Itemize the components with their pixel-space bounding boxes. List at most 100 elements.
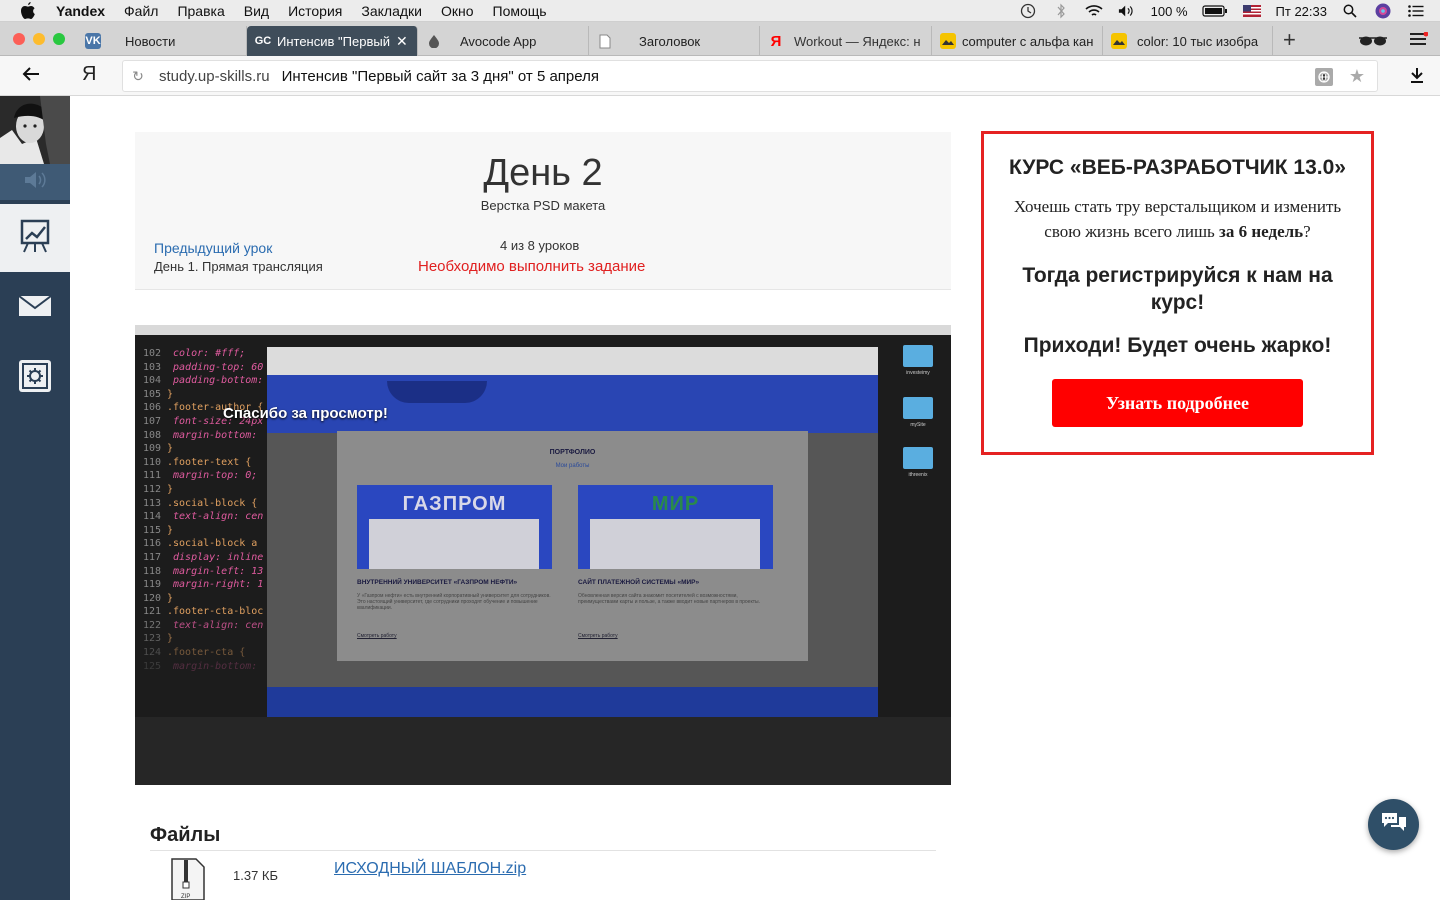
video-code-text: } xyxy=(167,633,174,645)
minimize-window-button[interactable] xyxy=(33,33,45,45)
video-browser-chrome xyxy=(267,347,878,375)
video-code-text: margin-bottom: xyxy=(167,660,258,672)
video-desktop-folder: investeimy xyxy=(901,345,935,376)
sidebar-item-messages[interactable] xyxy=(0,274,70,342)
course-promo-banner: КУРС «ВЕБ-РАЗРАБОТЧИК 13.0» Хочешь стать… xyxy=(981,131,1374,455)
tab-avocode[interactable]: Avocode App xyxy=(418,26,589,56)
video-code-text: margin-bottom: xyxy=(167,429,258,441)
sound-toggle[interactable] xyxy=(0,164,70,200)
lesson-video-player[interactable]: 102 color: #fff; 103 padding-top: 60 104 p… xyxy=(135,325,951,785)
incognito-glasses-icon[interactable] xyxy=(1358,34,1388,52)
maximize-window-button[interactable] xyxy=(53,33,65,45)
macos-menubar: Yandex Файл Правка Вид История Закладки … xyxy=(0,0,1440,22)
video-code-line: 122 text-align: cen xyxy=(135,619,270,633)
video-code-text: } xyxy=(167,524,174,536)
learn-more-button[interactable]: Узнать подробнее xyxy=(1052,379,1303,427)
apple-icon[interactable] xyxy=(20,1,36,20)
video-code-line: 115} xyxy=(135,524,270,538)
video-code-line: 123} xyxy=(135,632,270,646)
video-code-line: 117 display: inline xyxy=(135,551,270,565)
menu-edit[interactable]: Правка xyxy=(177,3,224,19)
address-bar: Я ↻ study.up-skills.ru Интенсив "Первый … xyxy=(0,56,1440,96)
envelope-icon xyxy=(18,294,52,322)
url-domain: study.up-skills.ru xyxy=(159,67,270,85)
tab-computer-search[interactable]: computer с альфа кан xyxy=(932,26,1103,56)
time-machine-icon[interactable] xyxy=(1019,2,1037,20)
sidebar-item-settings[interactable] xyxy=(0,344,70,412)
video-project-screen xyxy=(590,519,760,569)
menubar-clock[interactable]: Пт 22:33 xyxy=(1276,4,1327,19)
video-code-text: text-align: cen xyxy=(167,511,264,523)
us-flag-icon[interactable] xyxy=(1242,2,1261,20)
avatar[interactable] xyxy=(0,96,70,164)
menu-app-name[interactable]: Yandex xyxy=(56,3,105,19)
menu-help[interactable]: Помощь xyxy=(493,3,547,19)
bluetooth-icon[interactable] xyxy=(1052,2,1070,20)
previous-lesson-link[interactable]: Предыдущий урок xyxy=(154,240,272,256)
browser-menu-icon[interactable] xyxy=(1410,31,1429,51)
image-icon xyxy=(1111,33,1127,49)
gc-icon: GC xyxy=(254,35,272,47)
spotlight-search-icon[interactable] xyxy=(1341,2,1359,20)
volume-icon[interactable] xyxy=(1118,2,1136,20)
battery-icon[interactable] xyxy=(1201,2,1228,20)
menu-bookmarks[interactable]: Закладки xyxy=(361,3,422,19)
files-heading: Файлы xyxy=(150,824,221,846)
page-icon xyxy=(597,33,613,49)
tab-color-search[interactable]: color: 10 тыс изобра xyxy=(1103,26,1273,56)
menu-view[interactable]: Вид xyxy=(244,3,269,19)
menu-file[interactable]: Файл xyxy=(124,3,158,19)
menu-window[interactable]: Окно xyxy=(441,3,474,19)
siri-icon[interactable] xyxy=(1374,2,1392,20)
notification-center-icon[interactable] xyxy=(1407,2,1425,20)
video-code-text: } xyxy=(167,592,174,604)
video-code-text: margin-right: 1 xyxy=(167,579,264,591)
tab-workout[interactable]: Я Workout — Яндекс: н xyxy=(760,26,932,56)
tab-intensive[interactable]: GC Интенсив "Первый ✕ xyxy=(247,26,418,56)
avocode-icon xyxy=(426,33,442,49)
video-code-line-number: 109 xyxy=(142,443,161,455)
video-folder-label: ithreenix xyxy=(908,472,928,478)
video-code-line: 110 .footer-text { xyxy=(135,456,270,470)
video-code-line-number: 106 xyxy=(142,402,161,414)
download-icon[interactable] xyxy=(1410,67,1424,88)
video-code-line: 124 .footer-cta { xyxy=(135,646,270,660)
bookmark-star-icon[interactable]: ★ xyxy=(1349,66,1365,87)
close-window-button[interactable] xyxy=(13,33,25,45)
video-project-thumb-gazprom: ГАЗПРОМ xyxy=(357,485,552,569)
video-code-line: 104 padding-bottom: xyxy=(135,374,270,388)
video-portfolio-title: ПОРТФОЛИО xyxy=(549,449,596,456)
left-sidebar xyxy=(0,96,70,900)
video-desktop-folder: mySite xyxy=(901,397,935,428)
video-screen-menubar xyxy=(135,325,951,335)
zip-file-icon: ZIP xyxy=(170,858,206,900)
sidebar-item-progress[interactable] xyxy=(0,204,70,272)
reload-icon[interactable]: ↻ xyxy=(123,68,153,85)
video-code-line-number: 112 xyxy=(142,483,161,495)
video-project-link: Смотреть работу xyxy=(578,633,618,639)
lesson-header-card: День 2 Верстка PSD макета Предыдущий уро… xyxy=(135,132,951,290)
translate-icon[interactable] xyxy=(1315,68,1333,90)
file-download-link[interactable]: ИСХОДНЫЙ ШАБЛОН.zip xyxy=(334,860,526,878)
close-tab-icon[interactable]: ✕ xyxy=(396,33,408,50)
tab-heading[interactable]: Заголовок xyxy=(589,26,760,56)
yandex-logo-icon[interactable]: Я xyxy=(82,63,96,86)
tab-news[interactable]: VK Новости xyxy=(77,26,247,56)
menu-history[interactable]: История xyxy=(288,3,342,19)
video-code-line: 118 margin-left: 13 xyxy=(135,565,270,579)
files-divider xyxy=(150,850,936,851)
video-code-line: 113 .social-block { xyxy=(135,497,270,511)
back-arrow-icon[interactable] xyxy=(22,66,40,87)
wifi-icon[interactable] xyxy=(1085,2,1103,20)
url-field[interactable]: ↻ study.up-skills.ru Интенсив "Первый са… xyxy=(122,60,1378,92)
browser-tab-bar: VK Новости GC Интенсив "Первый ✕ Avocode… xyxy=(0,22,1440,56)
video-code-line: 112} xyxy=(135,483,270,497)
video-browser-window: ПОРТФОЛИО Мои работы ГАЗПРОМ ВНУТРЕННИЙ … xyxy=(267,347,878,717)
video-code-line: 125 margin-bottom: xyxy=(135,660,270,674)
chat-widget-button[interactable] xyxy=(1368,799,1419,850)
new-tab-button[interactable]: + xyxy=(1283,27,1296,53)
video-code-line-number: 123 xyxy=(142,633,161,645)
file-size: 1.37 КБ xyxy=(233,868,279,883)
video-code-line: 108 margin-bottom: xyxy=(135,429,270,443)
promo-title: КУРС «ВЕБ-РАЗРАБОТЧИК 13.0» xyxy=(1009,156,1346,179)
